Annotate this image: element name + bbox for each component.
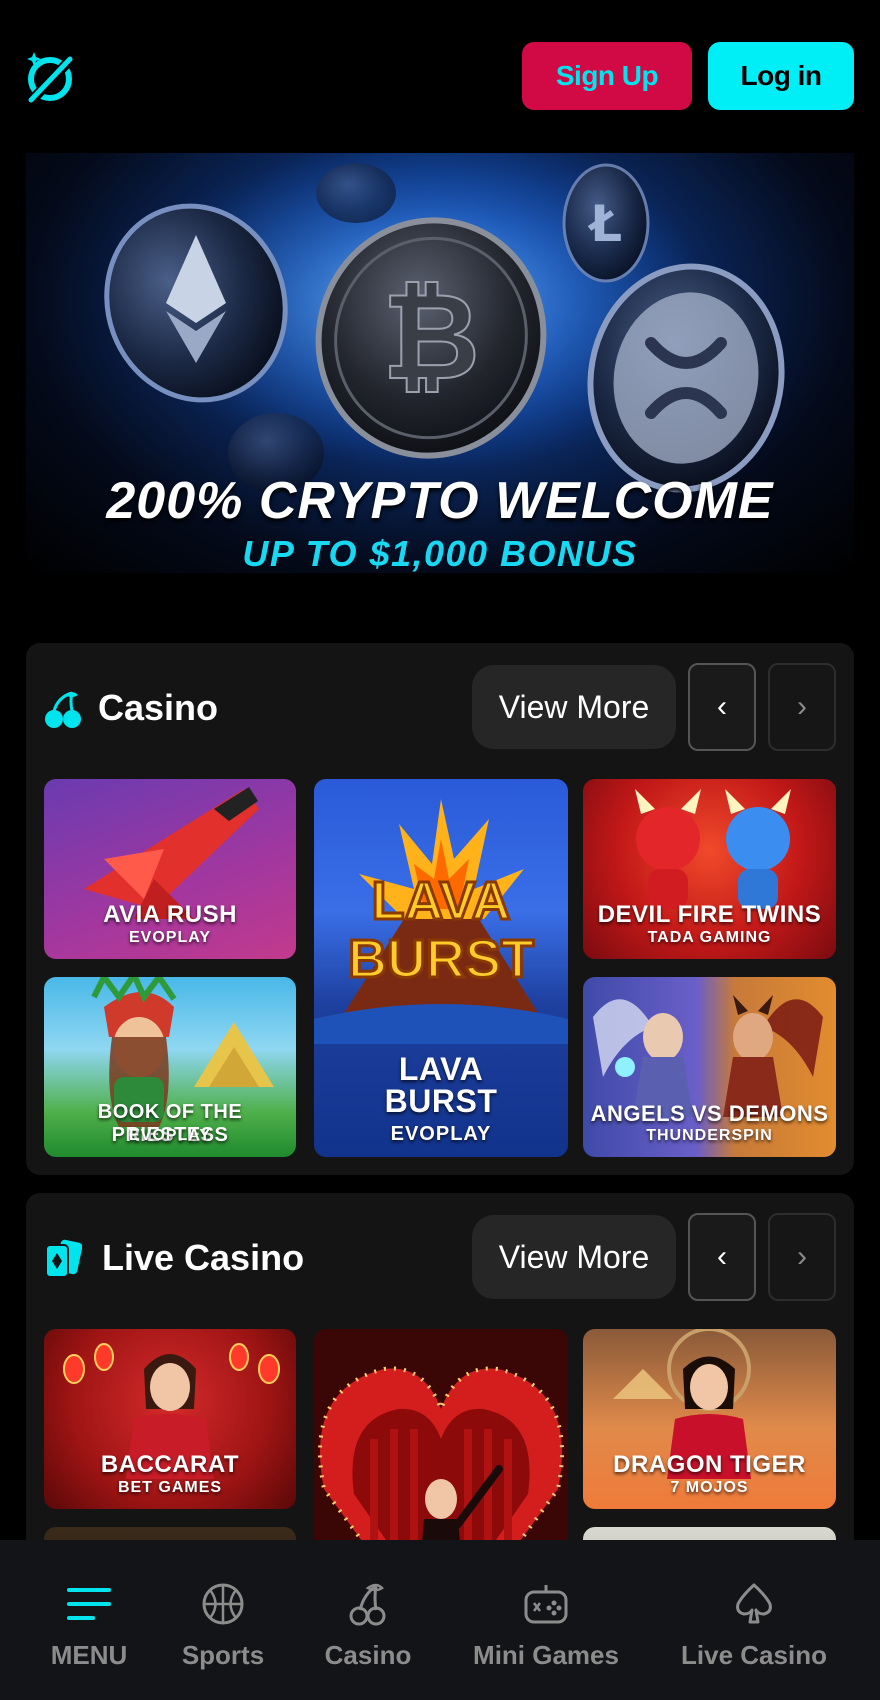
game-title: AVIA RUSH (103, 901, 237, 928)
game-title-line-2: BURST (384, 1083, 498, 1119)
chevron-right-icon: › (797, 1240, 807, 1273)
live-casino-section-title: Live Casino (102, 1237, 305, 1278)
svg-text:₿: ₿ (382, 268, 480, 407)
game-title: DRAGON TIGER (613, 1451, 806, 1478)
sign-up-button[interactable]: Sign Up (522, 42, 692, 110)
game-title: DEVIL FIRE TWINS (597, 901, 822, 928)
chevron-right-icon: › (797, 690, 807, 723)
nav-label-live-casino: Live Casino (681, 1640, 827, 1670)
chevron-left-icon: ‹ (717, 690, 727, 723)
game-provider: EVOPLAY (129, 1127, 211, 1144)
game-tile-angels-vs-demons[interactable]: ANGELS VS DEMONS THUNDERSPIN (583, 977, 836, 1157)
game-provider: 7 MOJOS (670, 1479, 749, 1496)
game-tile-dragon-tiger[interactable]: DRAGON TIGER 7 MOJOS (583, 1329, 836, 1509)
lava-logo-text: LAVA (372, 871, 511, 931)
game-provider: EVOPLAY (129, 929, 211, 946)
nav-label-sports: Sports (181, 1640, 265, 1670)
game-provider: TADA GAMING (647, 929, 772, 946)
nav-item-casino[interactable]: Casino (310, 1540, 426, 1700)
nav-item-menu[interactable]: MENU (24, 1540, 154, 1700)
banner-subheadline: UP TO $1,000 BONUS (242, 533, 638, 573)
bottom-navigation: MENU Sports Casino Mini Games Live Casin… (0, 1540, 880, 1700)
game-provider: EVOPLAY (390, 1123, 492, 1145)
banner-headline: 200% CRYPTO WELCOME (106, 472, 774, 530)
casino-view-more-button[interactable]: View More (472, 665, 676, 749)
chevron-left-icon: ‹ (717, 1240, 727, 1273)
live-casino-next-button[interactable]: › (768, 1213, 836, 1301)
svg-text:Ł: Ł (587, 195, 622, 253)
casino-next-button[interactable]: › (768, 663, 836, 751)
game-provider: THUNDERSPIN (646, 1127, 773, 1144)
game-provider: BET GAMES (117, 1479, 223, 1496)
basketball-icon (202, 1583, 244, 1625)
nav-label-menu: MENU (50, 1640, 128, 1670)
cherry-icon (349, 1583, 386, 1626)
casino-section-title: Casino (98, 687, 219, 728)
nav-item-live-casino[interactable]: Live Casino (672, 1540, 836, 1700)
nav-item-mini-games[interactable]: Mini Games (462, 1540, 630, 1700)
casino-section: Casino View More ‹ › AVIA RUSH EVOPLAY L… (26, 643, 854, 1175)
spade-icon (736, 1583, 772, 1624)
nav-label-mini-games: Mini Games (473, 1640, 619, 1670)
game-title: ANGELS VS DEMONS (590, 1101, 829, 1126)
casino-prev-button[interactable]: ‹ (688, 663, 756, 751)
cherry-icon (45, 691, 81, 728)
header: Sign Up Log in (0, 0, 880, 150)
nav-item-sports[interactable]: Sports (170, 1540, 276, 1700)
live-casino-prev-button[interactable]: ‹ (688, 1213, 756, 1301)
playing-cards-icon (45, 1239, 82, 1278)
promo-banner[interactable]: Ł ₿ 200% CRYPTO WELCOME UP TO $1,000 BON… (26, 153, 854, 573)
game-title: BACCARAT (100, 1451, 240, 1478)
game-tile-baccarat[interactable]: BACCARAT BET GAMES (44, 1329, 296, 1509)
game-tile-lava-burst[interactable]: LAVA BURST LAVA BURST EVOPLAY (314, 779, 568, 1157)
log-in-button[interactable]: Log in (708, 42, 854, 110)
game-tile-book-of-the-priestess[interactable]: BOOK OF THE PRIESTESS EVOPLAY (44, 977, 296, 1157)
logo-icon[interactable] (26, 48, 76, 106)
live-casino-view-more-button[interactable]: View More (472, 1215, 676, 1299)
menu-icon (67, 1588, 111, 1620)
nav-label-casino: Casino (324, 1640, 412, 1670)
game-tile-avia-rush[interactable]: AVIA RUSH EVOPLAY (44, 779, 296, 959)
gamepad-icon (524, 1585, 568, 1624)
game-tile-devil-fire-twins[interactable]: DEVIL FIRE TWINS TADA GAMING (583, 779, 836, 959)
burst-logo-text: BURST (348, 929, 534, 989)
